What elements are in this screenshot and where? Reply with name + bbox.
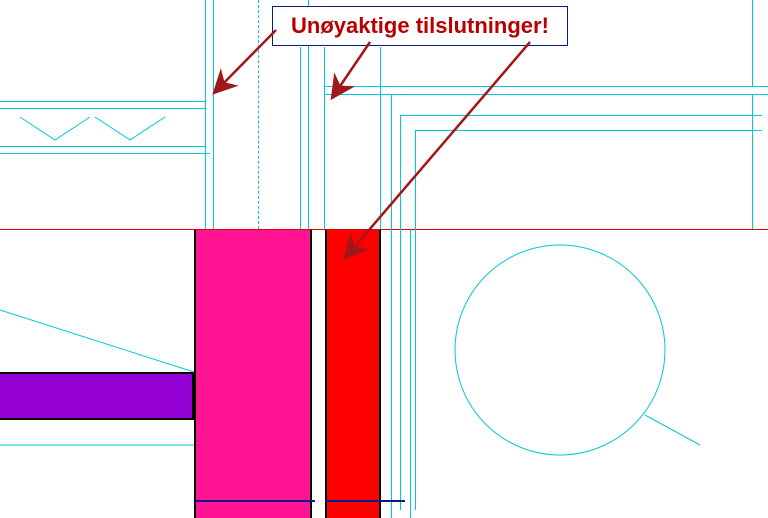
cyan-line xyxy=(380,47,381,229)
cyan-line xyxy=(391,95,392,518)
cyan-line xyxy=(0,146,205,147)
callout-text: Unøyaktige tilslutninger! xyxy=(291,13,549,38)
diagram-canvas: Unøyaktige tilslutninger! xyxy=(0,0,768,518)
navy-line xyxy=(325,500,405,502)
cyan-line xyxy=(752,0,753,86)
purple-block xyxy=(0,372,194,420)
cyan-line xyxy=(205,0,206,229)
cyan-line xyxy=(410,230,411,518)
cyan-line xyxy=(0,108,205,109)
cyan-line xyxy=(300,47,301,229)
magenta-block xyxy=(194,229,312,518)
navy-line xyxy=(195,500,315,502)
cyan-line xyxy=(0,153,210,154)
cyan-rect-inner xyxy=(415,130,762,510)
cyan-line xyxy=(213,0,214,229)
cyan-line xyxy=(324,47,325,229)
cyan-dash-line xyxy=(258,0,259,229)
callout-box: Unøyaktige tilslutninger! xyxy=(272,6,568,46)
red-block xyxy=(325,229,381,518)
cyan-line xyxy=(325,86,768,87)
cyan-line xyxy=(0,101,205,102)
cyan-line xyxy=(752,94,753,229)
